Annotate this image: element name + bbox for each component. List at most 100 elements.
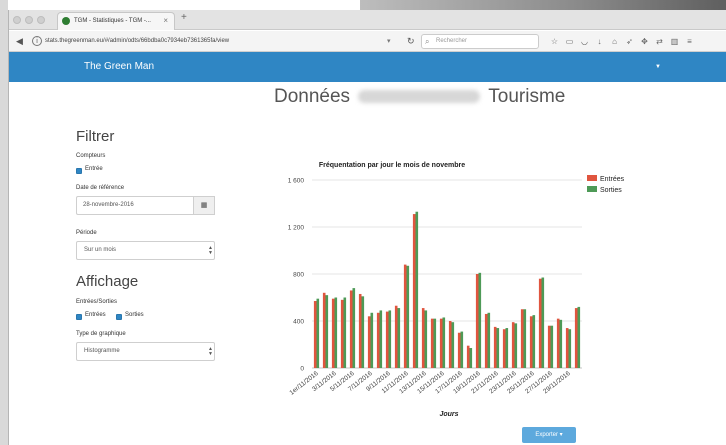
bar-sorties[interactable] xyxy=(496,328,500,368)
chevron-down-icon[interactable]: ▾ xyxy=(387,34,391,49)
bar-sorties[interactable] xyxy=(388,310,392,368)
bar-entrees[interactable] xyxy=(367,316,371,368)
sorties-checkbox-label: Sorties xyxy=(125,312,144,318)
bar-entrees[interactable] xyxy=(385,311,389,368)
bar-entrees[interactable] xyxy=(349,290,353,368)
bar-entrees[interactable] xyxy=(322,292,326,368)
bookmark-star-icon[interactable]: ☆ xyxy=(549,34,560,49)
bar-sorties[interactable] xyxy=(469,348,473,368)
export-button[interactable]: Exporter ▾ xyxy=(522,427,576,443)
bar-sorties[interactable] xyxy=(577,306,581,368)
bar-entrees[interactable] xyxy=(358,293,362,368)
send-icon[interactable]: ➶ xyxy=(624,34,635,49)
bar-sorties[interactable] xyxy=(361,296,365,368)
clipboard-icon[interactable]: ▭ xyxy=(564,34,575,49)
bar-sorties[interactable] xyxy=(442,317,446,368)
bar-sorties[interactable] xyxy=(514,323,518,368)
bar-sorties[interactable] xyxy=(550,325,554,368)
search-input[interactable]: ⌕ Rechercher xyxy=(421,34,539,49)
brand-link[interactable]: The Green Man xyxy=(84,52,154,82)
bar-sorties[interactable] xyxy=(343,297,347,369)
bar-sorties[interactable] xyxy=(415,211,419,368)
info-icon[interactable]: i xyxy=(32,36,42,46)
bar-sorties[interactable] xyxy=(451,322,455,368)
bar-entrees[interactable] xyxy=(313,301,317,368)
new-tab-button[interactable]: + xyxy=(181,12,187,23)
select-arrows-icon: ▲ ▼ xyxy=(208,346,213,357)
bar-sorties[interactable] xyxy=(505,328,509,368)
bar-sorties[interactable] xyxy=(379,310,383,368)
pocket-icon[interactable]: ◡ xyxy=(579,34,590,49)
bar-entrees[interactable] xyxy=(538,278,542,368)
bar-entrees[interactable] xyxy=(475,274,479,368)
bar-sorties[interactable] xyxy=(478,272,482,368)
calendar-icon[interactable]: ▦ xyxy=(193,196,215,215)
bar-sorties[interactable] xyxy=(541,277,545,368)
bar-entrees[interactable] xyxy=(484,313,488,368)
bar-sorties[interactable] xyxy=(433,318,437,368)
bar-entrees[interactable] xyxy=(430,318,434,368)
reload-icon[interactable]: ↻ xyxy=(407,34,415,49)
bar-entrees[interactable] xyxy=(556,318,560,368)
sync-icon[interactable]: ⇄ xyxy=(654,34,665,49)
close-icon[interactable]: × xyxy=(163,13,168,29)
bar-entrees[interactable] xyxy=(502,329,506,368)
bar-entrees[interactable] xyxy=(439,318,443,368)
browser-tab[interactable]: TGM - Statistiques - TGM -... × xyxy=(57,12,175,30)
bar-sorties[interactable] xyxy=(424,310,428,368)
download-icon[interactable]: ↓ xyxy=(594,34,605,49)
bar-sorties[interactable] xyxy=(316,298,320,368)
bar-entrees[interactable] xyxy=(421,308,425,368)
period-select[interactable]: Sur un mois ▲ ▼ xyxy=(76,241,215,260)
background-photo-top xyxy=(360,0,726,10)
reference-date-input[interactable]: 28-novembre-2016 xyxy=(76,196,193,215)
entree-counter-checkbox[interactable] xyxy=(76,168,82,174)
sorties-checkbox[interactable] xyxy=(116,314,122,320)
bar-sorties[interactable] xyxy=(487,312,491,368)
bar-entrees[interactable] xyxy=(376,312,380,368)
minimize-window-button[interactable] xyxy=(25,16,33,24)
bar-sorties[interactable] xyxy=(568,329,572,368)
entrees-checkbox[interactable] xyxy=(76,314,82,320)
bar-entrees[interactable] xyxy=(547,325,551,368)
bar-entrees[interactable] xyxy=(457,332,461,368)
bar-sorties[interactable] xyxy=(523,309,527,368)
legend-swatch xyxy=(587,186,597,192)
bar-sorties[interactable] xyxy=(532,315,536,368)
bar-sorties[interactable] xyxy=(370,312,374,368)
y-tick-label: 1 200 xyxy=(288,225,305,232)
bar-entrees[interactable] xyxy=(574,308,578,368)
bar-entrees[interactable] xyxy=(565,328,569,368)
chart-type-select[interactable]: Histogramme ▲ ▼ xyxy=(76,342,215,361)
bar-entrees[interactable] xyxy=(520,309,524,368)
bar-sorties[interactable] xyxy=(460,331,464,368)
bar-entrees[interactable] xyxy=(394,305,398,368)
back-arrow-icon[interactable]: ◀ xyxy=(13,35,26,48)
app-header: The Green Man ▼ xyxy=(9,52,726,82)
bar-sorties[interactable] xyxy=(352,288,356,368)
menu-icon[interactable]: ≡ xyxy=(684,34,695,49)
bar-entrees[interactable] xyxy=(448,321,452,368)
bar-sorties[interactable] xyxy=(559,319,563,368)
bar-entrees[interactable] xyxy=(529,316,533,368)
bar-entrees[interactable] xyxy=(340,299,344,368)
bar-entrees[interactable] xyxy=(403,264,407,368)
reader-icon[interactable]: ▥ xyxy=(669,34,680,49)
bar-sorties[interactable] xyxy=(334,297,338,369)
bar-sorties[interactable] xyxy=(397,308,401,368)
bar-sorties[interactable] xyxy=(406,265,410,368)
zoom-window-button[interactable] xyxy=(37,16,45,24)
user-menu-caret-icon[interactable]: ▼ xyxy=(655,52,661,82)
bar-entrees[interactable] xyxy=(331,298,335,368)
bar-entrees[interactable] xyxy=(412,214,416,368)
search-placeholder: Rechercher xyxy=(436,38,468,44)
x-axis-label: Jours xyxy=(439,411,458,418)
bar-entrees[interactable] xyxy=(511,322,515,368)
bar-entrees[interactable] xyxy=(466,345,470,368)
close-window-button[interactable] xyxy=(13,16,21,24)
extension-icon[interactable]: ✥ xyxy=(639,34,650,49)
url-bar[interactable]: stats.thegreenman.eu/#/admin/odts/66bdba… xyxy=(45,34,415,49)
bar-sorties[interactable] xyxy=(325,295,329,368)
bar-entrees[interactable] xyxy=(493,326,497,368)
home-icon[interactable]: ⌂ xyxy=(609,34,620,49)
